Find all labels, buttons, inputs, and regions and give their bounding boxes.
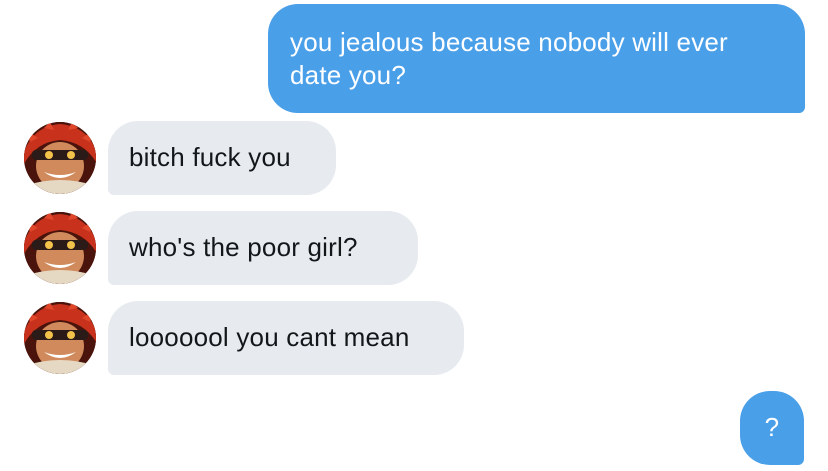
message-text: you jealous because nobody will ever dat… xyxy=(290,27,728,90)
received-message-bubble[interactable]: bitch fuck you xyxy=(108,121,336,195)
avatar-icon[interactable] xyxy=(24,122,96,194)
message-text: who's the poor girl? xyxy=(129,232,358,262)
received-message-bubble[interactable]: looooool you cant mean xyxy=(108,301,464,375)
received-message-bubble[interactable]: who's the poor girl? xyxy=(108,211,418,285)
avatar-icon[interactable] xyxy=(24,212,96,284)
message-text: looooool you cant mean xyxy=(129,322,410,352)
message-text: ? xyxy=(764,412,780,442)
message-text: bitch fuck you xyxy=(129,142,291,172)
message-thread: you jealous because nobody will ever dat… xyxy=(0,0,828,471)
sent-message-bubble[interactable]: you jealous because nobody will ever dat… xyxy=(268,4,805,113)
sent-message-bubble[interactable]: ? xyxy=(740,391,804,465)
avatar-icon[interactable] xyxy=(24,302,96,374)
